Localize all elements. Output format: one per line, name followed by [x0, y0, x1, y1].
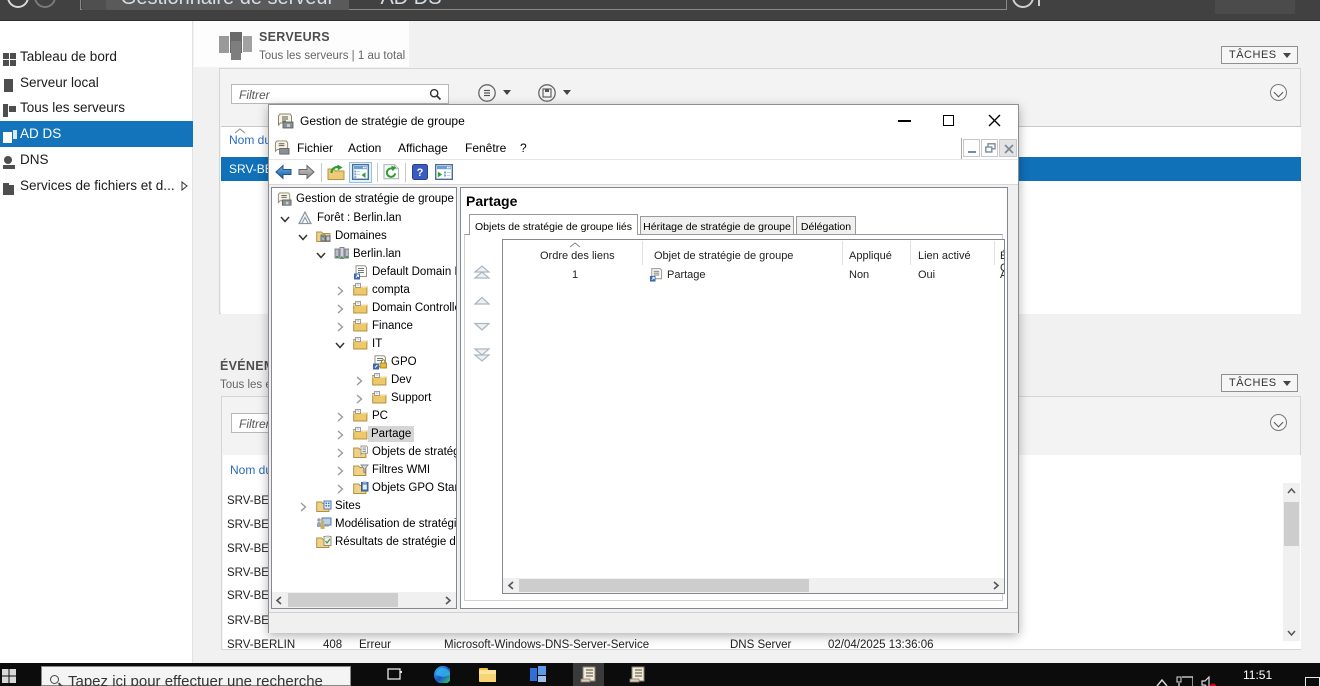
- svg-text:?: ?: [417, 167, 424, 179]
